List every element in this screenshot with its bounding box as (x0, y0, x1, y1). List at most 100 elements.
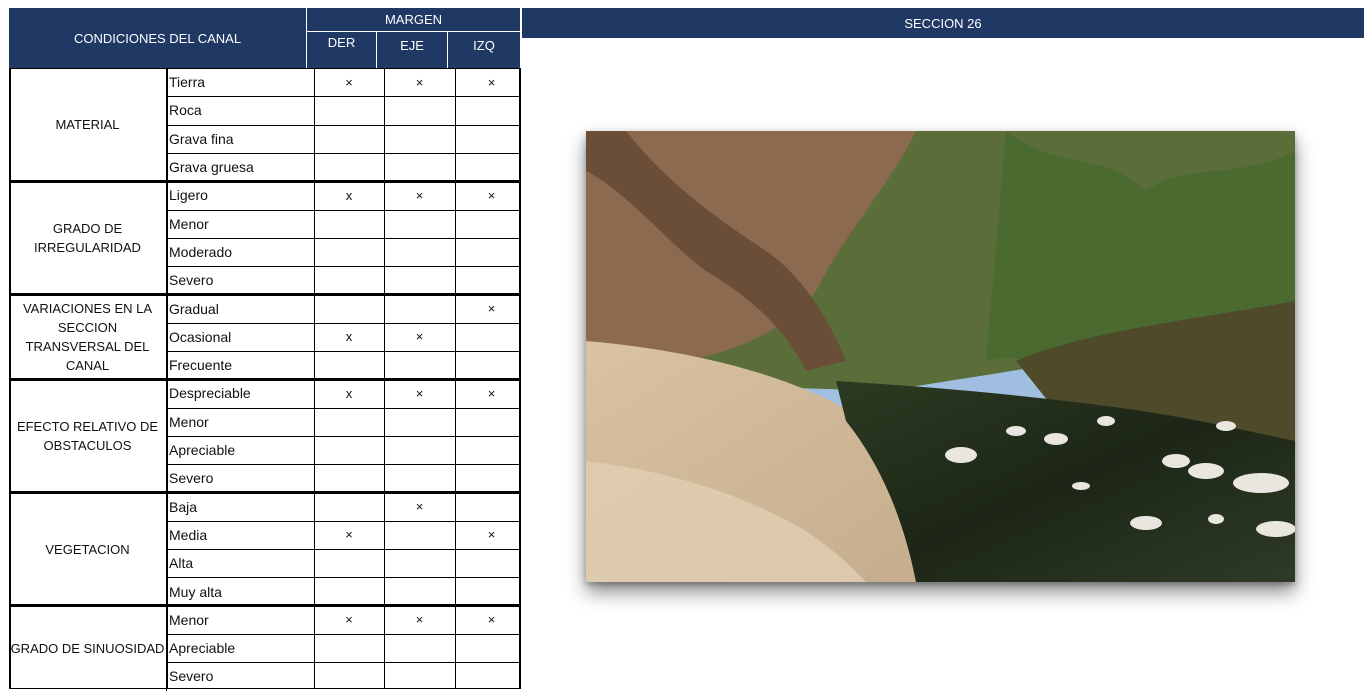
mark-eje (384, 210, 455, 238)
mark-der: x (345, 329, 353, 345)
mark-izq (455, 549, 528, 577)
column-divider (455, 68, 456, 689)
column-label-der: DER (327, 35, 356, 50)
mark-der (314, 351, 384, 379)
mark-izq (455, 436, 528, 464)
conditions-title: CONDICIONES DEL CANAL (73, 30, 242, 46)
option-label: Apreciable (169, 640, 236, 657)
mark-izq (455, 96, 528, 124)
mark-eje (384, 351, 455, 379)
mark-der (314, 577, 384, 605)
mark-izq (455, 351, 528, 379)
option-label: Menor (169, 611, 209, 628)
mark-izq: × (487, 527, 496, 543)
mark-izq: × (487, 74, 496, 90)
option-label: Ligero (169, 187, 208, 204)
column-label-eje: EJE (400, 38, 424, 53)
option-label: Grava gruesa (169, 159, 254, 176)
mark-izq (455, 577, 528, 605)
margin-header: MARGEN (306, 8, 520, 32)
option-label: Gradual (169, 300, 219, 317)
mark-eje (384, 408, 455, 436)
option-label: Despreciable (169, 385, 251, 402)
option-label: Moderado (169, 243, 233, 260)
option-label: Menor (169, 215, 209, 232)
column-divider (314, 68, 315, 689)
column-divider (9, 68, 11, 689)
mark-der (314, 238, 384, 266)
category-label: GRADO DE IRREGULARIDAD (9, 181, 167, 295)
mark-izq (455, 464, 528, 492)
mark-eje (384, 96, 455, 124)
mark-der (314, 125, 384, 153)
column-divider (167, 68, 168, 689)
mark-eje: × (415, 187, 424, 203)
mark-izq (455, 634, 528, 662)
category-label: GRADO DE SINUOSIDAD (9, 605, 167, 691)
mark-eje (384, 662, 455, 690)
option-label: Baja (169, 498, 198, 515)
mark-izq (455, 266, 528, 294)
mark-izq (455, 153, 528, 181)
option-label: Severo (169, 272, 214, 289)
conditions-table: MATERIAL Tierra × × × Roca Grava fina Grava gru… (9, 68, 521, 691)
mark-der (314, 662, 384, 690)
mark-der (314, 153, 384, 181)
mark-izq: × (487, 187, 496, 203)
mark-eje (384, 634, 455, 662)
mark-der (314, 464, 384, 492)
mark-eje (384, 125, 455, 153)
mark-der (314, 436, 384, 464)
mark-eje (384, 464, 455, 492)
mark-der: × (345, 612, 353, 628)
option-label: Ocasional (169, 328, 232, 345)
mark-der (314, 96, 384, 124)
mark-eje: × (415, 499, 424, 515)
table-bottom-border (9, 688, 520, 689)
option-label: Severo (169, 668, 214, 685)
mark-der (314, 294, 384, 322)
mark-der (314, 549, 384, 577)
mark-der: x (345, 187, 353, 203)
mark-eje: × (415, 329, 424, 345)
option-label: Alta (169, 555, 194, 572)
mark-izq (455, 210, 528, 238)
mark-izq (455, 238, 528, 266)
mark-der (314, 493, 384, 521)
category-label: MATERIAL (9, 68, 167, 182)
mark-der: × (345, 74, 353, 90)
mark-izq (455, 323, 528, 351)
option-label: Severo (169, 470, 214, 487)
mark-izq (455, 408, 528, 436)
option-label: Menor (169, 413, 209, 430)
option-label: Frecuente (169, 357, 233, 374)
category-label: VEGETACION (9, 492, 167, 606)
mark-eje (384, 238, 455, 266)
mark-eje: × (415, 74, 424, 90)
option-label: Muy alta (169, 583, 222, 600)
mark-izq (455, 662, 528, 690)
column-divider (519, 68, 521, 689)
mark-izq (455, 493, 528, 521)
mark-izq: × (487, 385, 496, 401)
mark-der: × (345, 527, 353, 543)
column-header-der: DER (306, 32, 376, 68)
section-title: SECCION 26 (904, 15, 982, 31)
column-label-izq: IZQ (473, 38, 495, 53)
mark-der (314, 634, 384, 662)
mark-der (314, 266, 384, 294)
conditions-header: CONDICIONES DEL CANAL (9, 8, 306, 68)
mark-eje (384, 521, 455, 549)
mark-izq (455, 125, 528, 153)
category-label: VARIACIONES EN LA SECCION TRANSVERSAL DE… (9, 294, 167, 380)
column-header-eje: EJE (376, 32, 447, 68)
column-divider (384, 68, 385, 689)
river-channel-photo (586, 131, 1295, 582)
margin-title: MARGEN (384, 12, 443, 27)
mark-der (314, 210, 384, 238)
mark-der (314, 408, 384, 436)
option-label: Tierra (169, 74, 206, 91)
table-top-border (9, 68, 520, 69)
option-label: Media (169, 526, 208, 543)
mark-eje (384, 549, 455, 577)
